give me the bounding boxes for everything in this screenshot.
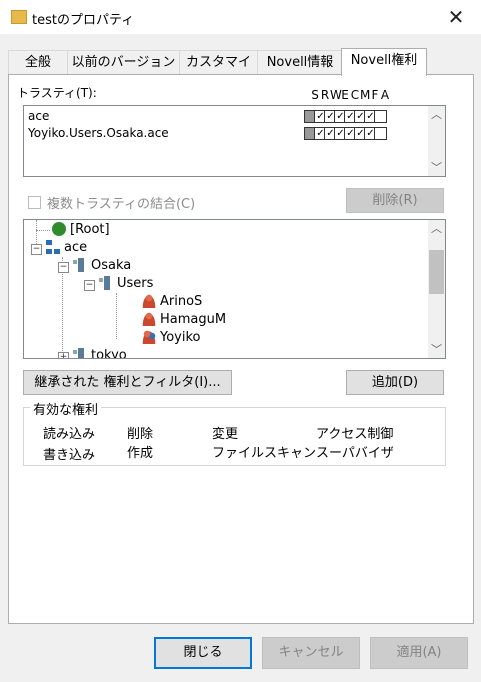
- tree-node-hamagum[interactable]: HamaguM: [142, 311, 226, 329]
- scroll-up-icon[interactable]: ︿: [428, 220, 445, 237]
- effective-rights-title: 有効な権利: [30, 399, 102, 418]
- user-icon: [142, 294, 156, 308]
- inherited-rights-filter-button[interactable]: 継承された 権利とフィルタ(I)...: [23, 370, 232, 395]
- folder-icon: [11, 10, 27, 24]
- tree-node-ace[interactable]: − ace: [31, 239, 87, 257]
- add-button[interactable]: 追加(D): [346, 370, 444, 395]
- right-create: 作成: [127, 446, 154, 461]
- trustee-list[interactable]: ace ✓ ✓ ✓ ✓ ✓ ✓ Yoyiko.Users.Osaka.ace ✓ ✓ ✓ ✓ ✓ ✓…: [23, 105, 446, 177]
- tree-line: [36, 230, 50, 231]
- tree-node-yoyiko[interactable]: Yoyiko: [142, 329, 201, 347]
- checkbox-box[interactable]: [28, 196, 41, 209]
- trustee-name: Yoyiko.Users.Osaka.ace: [28, 126, 169, 140]
- tree-node-label: ace: [64, 240, 88, 255]
- tree-node-label: HamaguM: [160, 312, 227, 327]
- tree-node-label: ArinoS: [160, 294, 203, 309]
- rights-header-w: W: [330, 88, 342, 102]
- combine-trustees-label: 複数トラスティの結合(C): [47, 197, 196, 212]
- close-button[interactable]: 閉じる: [154, 637, 252, 669]
- tree-node-arinos[interactable]: ArinoS: [142, 293, 202, 311]
- scroll-up-icon[interactable]: ︿: [428, 106, 445, 123]
- right-read: 読み込み: [43, 427, 96, 442]
- cancel-button[interactable]: キャンセル: [262, 637, 360, 669]
- trustee-row[interactable]: Yoyiko.Users.Osaka.ace ✓ ✓ ✓ ✓ ✓ ✓: [28, 125, 438, 141]
- user-group-icon: [142, 330, 156, 344]
- collapse-icon[interactable]: −: [84, 280, 95, 291]
- title-bar: testのプロパティ ✕: [0, 0, 481, 34]
- tree-node-tokyo[interactable]: + tokyo: [58, 347, 127, 359]
- tree-scrollbar[interactable]: ︿ ﹀: [428, 220, 445, 358]
- collapse-icon[interactable]: −: [31, 244, 42, 255]
- tab-general[interactable]: 全般: [8, 50, 68, 75]
- right-checkbox-a[interactable]: [374, 110, 387, 123]
- right-supervisor: スーパバイザ: [316, 446, 394, 461]
- trustee-list-scrollbar[interactable]: ︿ ﹀: [428, 106, 445, 176]
- ou-icon: [99, 276, 113, 290]
- tab-novell-info[interactable]: Novell情報: [257, 50, 343, 75]
- rights-header-s: S: [311, 88, 319, 102]
- tree-icon: [46, 240, 60, 254]
- tree-node-label: tokyo: [91, 348, 127, 359]
- tree-node-root[interactable]: [Root]: [52, 221, 110, 239]
- ou-icon: [73, 258, 87, 272]
- rights-header-f: F: [371, 88, 379, 102]
- apply-button[interactable]: 適用(A): [370, 637, 468, 669]
- right-write: 書き込み: [43, 448, 96, 463]
- rights-header-r: R: [320, 88, 330, 102]
- tree-node-label: [Root]: [70, 222, 110, 237]
- tree-node-label: Users: [117, 276, 154, 291]
- directory-tree[interactable]: [Root] − ace − Osaka − Users ArinoS HamaguM…: [23, 219, 446, 359]
- globe-icon: [52, 222, 66, 236]
- rights-header-a: A: [380, 88, 390, 102]
- user-icon: [142, 312, 156, 326]
- right-checkbox-a[interactable]: [374, 127, 387, 140]
- rights-header-e: E: [341, 88, 349, 102]
- right-modify: 変更: [212, 427, 239, 442]
- tree-node-label: Yoyiko: [160, 330, 201, 345]
- right-file-scan: ファイルスキャン: [212, 446, 317, 461]
- scroll-down-icon[interactable]: ﹀: [428, 341, 445, 358]
- trustee-name: ace: [28, 109, 50, 123]
- tab-customize[interactable]: カスタマイズ: [179, 50, 258, 94]
- rights-header-m: M: [360, 88, 371, 102]
- scroll-down-icon[interactable]: ﹀: [428, 159, 445, 176]
- collapse-icon[interactable]: −: [58, 262, 69, 273]
- tab-previous-versions[interactable]: 以前のバージョン: [67, 50, 180, 75]
- tree-node-osaka[interactable]: − Osaka: [58, 257, 131, 275]
- close-window-button[interactable]: ✕: [440, 2, 472, 32]
- ou-icon: [73, 348, 87, 358]
- tab-novell-rights[interactable]: Novell権利: [341, 48, 427, 76]
- right-erase: 削除: [127, 427, 154, 442]
- right-access-control: アクセス制御: [316, 427, 394, 442]
- expand-icon[interactable]: +: [58, 352, 69, 358]
- scrollbar-thumb[interactable]: [429, 250, 444, 294]
- tree-node-label: Osaka: [91, 258, 132, 273]
- tree-node-users[interactable]: − Users: [84, 275, 153, 293]
- rights-header: S RWE CMF A: [310, 88, 390, 102]
- trustee-row[interactable]: ace ✓ ✓ ✓ ✓ ✓ ✓: [28, 108, 438, 124]
- tree-line: [116, 293, 117, 339]
- window-title: testのプロパティ: [32, 13, 135, 28]
- trustees-label: トラスティ(T):: [17, 86, 97, 100]
- combine-trustees-checkbox[interactable]: 複数トラスティの結合(C): [28, 193, 195, 212]
- rights-header-c: C: [350, 88, 360, 102]
- delete-button[interactable]: 削除(R): [346, 188, 444, 213]
